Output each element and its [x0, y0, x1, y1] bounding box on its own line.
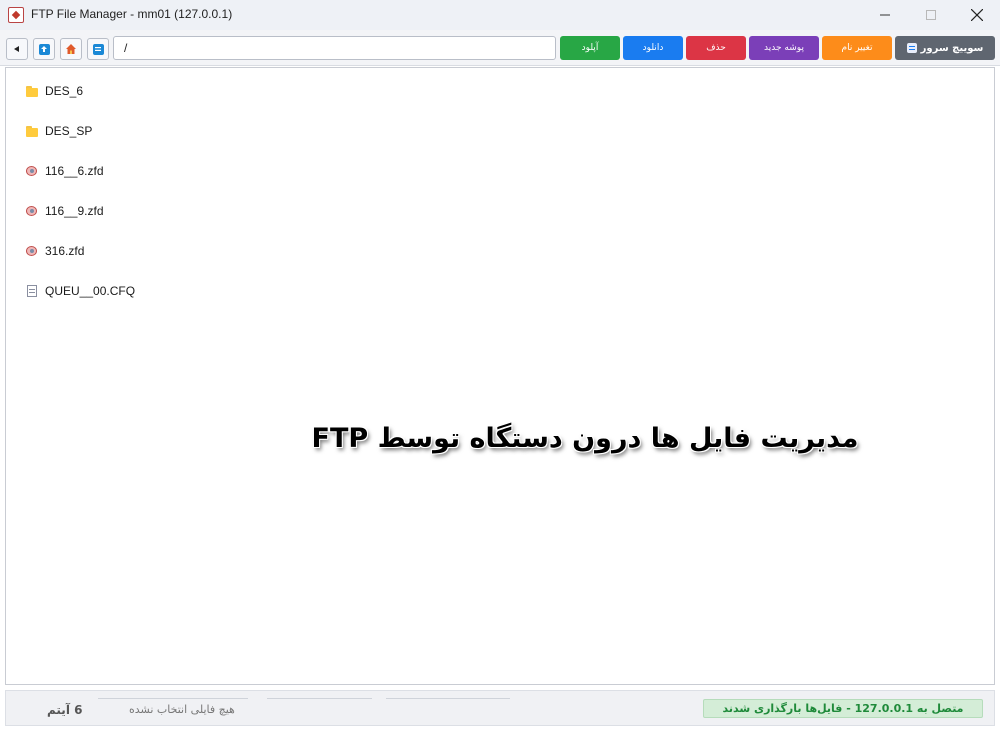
refresh-icon	[92, 43, 104, 55]
home-button[interactable]	[60, 38, 82, 60]
file-name: DES_SP	[45, 124, 93, 138]
zfd-file-icon	[25, 164, 39, 178]
folder-icon	[25, 124, 39, 138]
server-icon	[906, 43, 917, 53]
document-icon	[25, 284, 39, 298]
toolbar: / آپلود دانلود حذف پوشه جدید تغییر نام س…	[0, 30, 1000, 66]
status-divider	[386, 698, 510, 699]
minimize-icon	[880, 14, 890, 16]
list-item[interactable]: 116__6.zfd	[25, 161, 104, 181]
close-button[interactable]	[954, 0, 1000, 30]
rename-button[interactable]: تغییر نام	[822, 36, 892, 60]
status-divider	[267, 698, 372, 699]
new-folder-button[interactable]: پوشه جدید	[749, 36, 819, 60]
list-item[interactable]: QUEU__00.CFQ	[25, 281, 135, 301]
zfd-file-icon	[25, 204, 39, 218]
selection-status: هیچ فایلی انتخاب نشده	[129, 703, 235, 716]
zfd-file-icon	[25, 244, 39, 258]
list-item[interactable]: 116__9.zfd	[25, 201, 104, 221]
status-bar: 6 آیتم هیچ فایلی انتخاب نشده متصل به 127…	[5, 690, 995, 726]
folder-icon	[25, 84, 39, 98]
delete-button[interactable]: حذف	[686, 36, 746, 60]
switch-server-button[interactable]: سوییچ سرور	[895, 36, 995, 60]
file-list: DES_6 DES_SP 116__6.zfd 116__9.zfd 316.z…	[5, 67, 995, 685]
overlay-caption: مدیریت فایل ها درون دستگاه توسط FTP	[311, 423, 859, 454]
up-folder-icon	[38, 43, 50, 55]
list-item[interactable]: DES_SP	[25, 121, 92, 141]
file-name: 116__6.zfd	[45, 164, 104, 178]
refresh-button[interactable]	[87, 38, 109, 60]
connection-status: متصل به 127.0.0.1 - فایل‌ها بارگذاری شدن…	[703, 699, 983, 718]
path-input[interactable]: /	[113, 36, 556, 60]
list-item[interactable]: 316.zfd	[25, 241, 84, 261]
back-button[interactable]	[6, 38, 28, 60]
up-folder-button[interactable]	[33, 38, 55, 60]
app-icon	[8, 7, 24, 23]
window-title: FTP File Manager - mm01 (127.0.0.1)	[31, 7, 233, 21]
maximize-icon	[926, 10, 936, 20]
close-icon	[971, 9, 983, 21]
status-divider	[98, 698, 248, 699]
download-button[interactable]: دانلود	[623, 36, 683, 60]
list-item[interactable]: DES_6	[25, 81, 83, 101]
file-name: 116__9.zfd	[45, 204, 104, 218]
item-count: 6 آیتم	[47, 703, 83, 717]
back-arrow-icon	[14, 46, 19, 52]
switch-server-label: سوییچ سرور	[920, 42, 984, 54]
minimize-button[interactable]	[862, 0, 908, 30]
upload-button[interactable]: آپلود	[560, 36, 620, 60]
file-name: 316.zfd	[45, 244, 85, 258]
file-name: DES_6	[45, 84, 84, 98]
title-bar: FTP File Manager - mm01 (127.0.0.1)	[0, 0, 1000, 30]
file-name: QUEU__00.CFQ	[45, 284, 136, 298]
maximize-button[interactable]	[908, 0, 954, 30]
home-icon	[66, 44, 76, 54]
